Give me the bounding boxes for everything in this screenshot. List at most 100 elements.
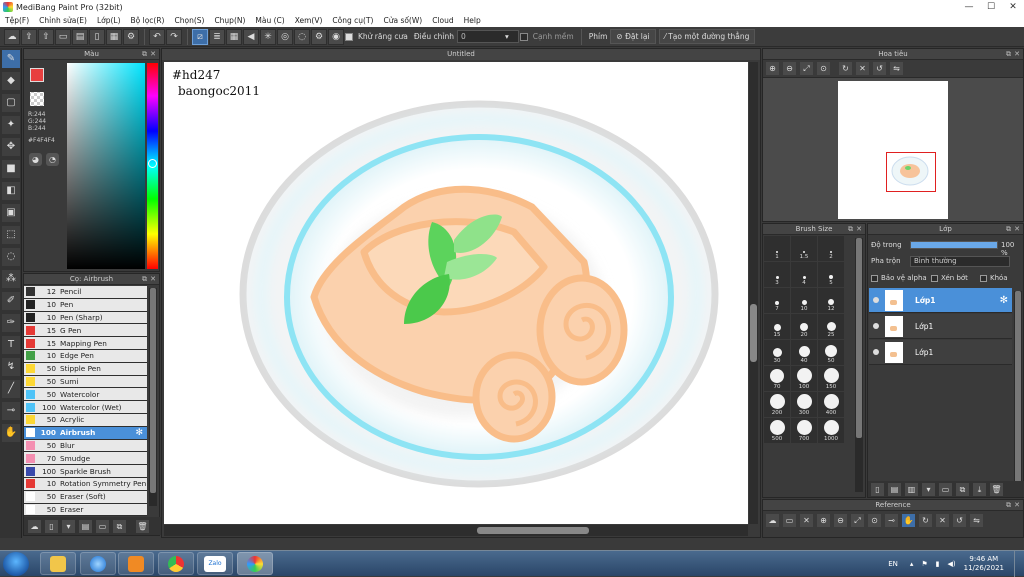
lock-option[interactable]: Khóa xyxy=(980,274,1008,282)
brush-item[interactable]: 50 Sumi xyxy=(24,375,147,389)
popout-icon[interactable]: ⧉ xyxy=(1006,49,1011,60)
zoom-out-icon[interactable]: ⊖ xyxy=(834,513,847,527)
language-indicator[interactable]: EN xyxy=(888,560,898,568)
close-icon[interactable]: ✕ xyxy=(1014,49,1020,60)
new-8bit-layer-icon[interactable]: ▥ xyxy=(905,482,918,496)
brush-size-option[interactable]: 300 xyxy=(791,392,817,417)
close-icon[interactable]: ✕ xyxy=(800,513,813,527)
taskbar-ie[interactable] xyxy=(80,552,116,575)
clock[interactable]: 9:46 AM 11/26/2021 xyxy=(964,555,1004,573)
flip-icon[interactable]: ⇋ xyxy=(890,62,903,75)
navigator-preview[interactable] xyxy=(838,81,948,219)
folder-icon[interactable]: ▭ xyxy=(96,519,109,533)
target-icon[interactable]: ◉ xyxy=(328,28,344,45)
brush-item[interactable]: 100 Watercolor (Wet) xyxy=(24,401,147,414)
popout-icon[interactable]: ⧉ xyxy=(848,224,853,235)
perspective-icon[interactable]: ◀ xyxy=(243,28,259,45)
menu-view[interactable]: Xem(V) xyxy=(290,16,328,25)
brush-item[interactable]: 50 Watercolor xyxy=(24,388,147,402)
layer-row[interactable]: Lớp1 ✻ xyxy=(869,288,1012,313)
new-layer-icon[interactable]: ▯ xyxy=(871,482,884,496)
brush-item[interactable]: 50 Blur xyxy=(24,439,147,453)
popout-icon[interactable]: ⧉ xyxy=(142,49,147,60)
protect-alpha-option[interactable]: Bảo vệ alpha xyxy=(871,274,927,282)
zoom-out-icon[interactable]: ⊖ xyxy=(783,62,796,75)
opacity-slider[interactable] xyxy=(910,241,998,249)
eyedropper-icon[interactable]: ⊸ xyxy=(885,513,898,527)
menu-file[interactable]: Tệp(F) xyxy=(0,16,34,25)
gear-icon[interactable]: ✻ xyxy=(1000,295,1008,306)
layer-row[interactable]: Lớp1 xyxy=(869,314,1012,339)
menu-layer[interactable]: Lớp(L) xyxy=(92,16,126,25)
brush-item[interactable]: 10 Pen xyxy=(24,298,147,312)
close-icon[interactable]: ✕ xyxy=(150,49,156,60)
popout-icon[interactable]: ⧉ xyxy=(142,274,147,285)
menu-color[interactable]: Màu (C) xyxy=(250,16,289,25)
undo-icon[interactable]: ↶ xyxy=(149,28,165,45)
hatch-icon[interactable]: ⧄ xyxy=(192,28,208,45)
show-desktop-button[interactable] xyxy=(1014,551,1024,577)
menu-help[interactable]: Help xyxy=(459,16,486,25)
cloud-icon[interactable]: ☁ xyxy=(4,28,20,45)
popout-icon[interactable]: ⧉ xyxy=(1006,224,1011,235)
brush-size-scrollbar[interactable] xyxy=(855,238,863,492)
visibility-icon[interactable] xyxy=(873,323,879,329)
brush-size-option[interactable]: 40 xyxy=(791,340,817,365)
menu-cloud[interactable]: Cloud xyxy=(427,16,458,25)
move-tool-icon[interactable]: ✥ xyxy=(2,138,20,156)
brush-size-option[interactable]: 2 xyxy=(818,236,844,261)
start-button[interactable] xyxy=(3,552,29,576)
add-layer-menu-icon[interactable]: ▾ xyxy=(922,482,935,496)
brush-size-option[interactable]: 1.5 xyxy=(791,236,817,261)
delete-brush-icon[interactable]: 🗑 xyxy=(136,519,149,533)
chevron-up-icon[interactable]: ▴ xyxy=(910,560,914,568)
duplicate-layer-icon[interactable]: ⧉ xyxy=(956,482,969,496)
canvas-vertical-scrollbar[interactable] xyxy=(749,62,758,524)
flag-icon[interactable]: ⚑ xyxy=(921,560,927,568)
scrollbar-thumb[interactable] xyxy=(150,288,156,493)
brush-item[interactable]: 50 Acrylic xyxy=(24,413,147,427)
lines-icon[interactable]: ≣ xyxy=(209,28,225,45)
color-history-icon[interactable]: ◔ xyxy=(46,153,59,166)
rotate-left-icon[interactable]: ↺ xyxy=(953,513,966,527)
brush-tool-icon[interactable]: ✎ xyxy=(2,50,20,68)
minimize-button[interactable]: — xyxy=(958,0,980,14)
rotate-icon[interactable]: ↻ xyxy=(839,62,852,75)
brush-size-option[interactable]: 10 xyxy=(791,288,817,313)
gear-icon[interactable]: ✻ xyxy=(135,428,143,438)
brush-size-option[interactable]: 1 xyxy=(764,236,790,261)
maximize-button[interactable]: ☐ xyxy=(980,0,1002,14)
network-icon[interactable]: ▮ xyxy=(936,560,940,568)
bucket-tool-icon[interactable]: ◧ xyxy=(2,182,20,200)
scrollbar-thumb[interactable] xyxy=(477,527,589,534)
document-icon[interactable]: ▯ xyxy=(89,28,105,45)
settings-icon[interactable]: ⚙ xyxy=(123,28,139,45)
gradient-tool-icon[interactable]: ▣ xyxy=(2,204,20,222)
brush-size-option[interactable]: 12 xyxy=(818,288,844,313)
reset-button[interactable]: ⊘ Đặt lại xyxy=(610,29,656,44)
clipping-checkbox[interactable] xyxy=(931,274,938,282)
radial-icon[interactable]: ✳ xyxy=(260,28,276,45)
brush-item[interactable]: 10 Edge Pen xyxy=(24,349,147,363)
soft-edge-checkbox[interactable] xyxy=(519,32,528,41)
curve-icon[interactable]: ◌ xyxy=(294,28,310,45)
brush-size-option[interactable]: 70 xyxy=(764,366,790,391)
taskbar-explorer[interactable] xyxy=(40,552,76,575)
eraser-tool-icon[interactable]: ◆ xyxy=(2,72,20,90)
copy-brush-icon[interactable]: ⧉ xyxy=(113,519,126,533)
flip-icon[interactable]: ⇋ xyxy=(970,513,983,527)
taskbar-media[interactable] xyxy=(118,552,154,575)
delete-layer-icon[interactable]: 🗑 xyxy=(990,482,1003,496)
open-folder-icon[interactable]: ▭ xyxy=(783,513,796,527)
hue-slider-handle[interactable] xyxy=(148,159,157,168)
redo-icon[interactable]: ↷ xyxy=(166,28,182,45)
zoom-in-icon[interactable]: ⊕ xyxy=(817,513,830,527)
select-pen-icon[interactable]: ✐ xyxy=(2,292,20,310)
select-eraser-icon[interactable]: ✑ xyxy=(2,314,20,332)
cloud-brush-icon[interactable]: ☁ xyxy=(28,519,41,533)
brush-size-option[interactable]: 7 xyxy=(764,288,790,313)
brush-size-option[interactable]: 100 xyxy=(791,366,817,391)
concentric-icon[interactable]: ◎ xyxy=(277,28,293,45)
taskbar-zalo[interactable]: Zalo xyxy=(197,552,233,575)
divide-tool-icon[interactable]: ╱ xyxy=(2,380,20,398)
